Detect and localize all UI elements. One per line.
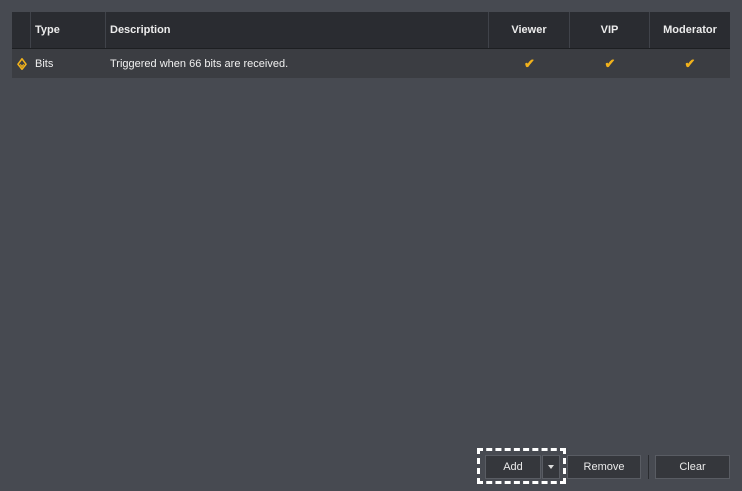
viewer-check-icon: ✔	[524, 56, 535, 71]
row-type: Bits	[35, 57, 54, 70]
table-row[interactable]: Bits Triggered when 66 bits are received…	[12, 49, 730, 78]
chevron-down-icon	[548, 465, 554, 469]
remove-button[interactable]: Remove	[567, 455, 641, 479]
row-description: Triggered when 66 bits are received.	[110, 57, 289, 70]
moderator-check-icon: ✔	[684, 56, 696, 71]
table-header: Type Description Viewer VIP Moderator	[12, 12, 730, 49]
triggers-table: Type Description Viewer VIP Moderator Bi…	[12, 12, 730, 78]
header-moderator[interactable]: Moderator	[650, 12, 730, 48]
header-vip[interactable]: VIP	[570, 12, 650, 48]
vip-check-icon: ✔	[604, 56, 616, 71]
add-dropdown-button[interactable]	[542, 455, 560, 479]
button-divider	[648, 455, 649, 479]
clear-button[interactable]: Clear	[655, 455, 730, 479]
header-viewer[interactable]: Viewer	[489, 12, 570, 48]
add-button[interactable]: Add	[485, 455, 541, 479]
bits-diamond-icon	[12, 49, 31, 78]
header-icon-column[interactable]	[12, 12, 31, 48]
header-description[interactable]: Description	[106, 12, 489, 48]
header-type[interactable]: Type	[31, 12, 106, 48]
